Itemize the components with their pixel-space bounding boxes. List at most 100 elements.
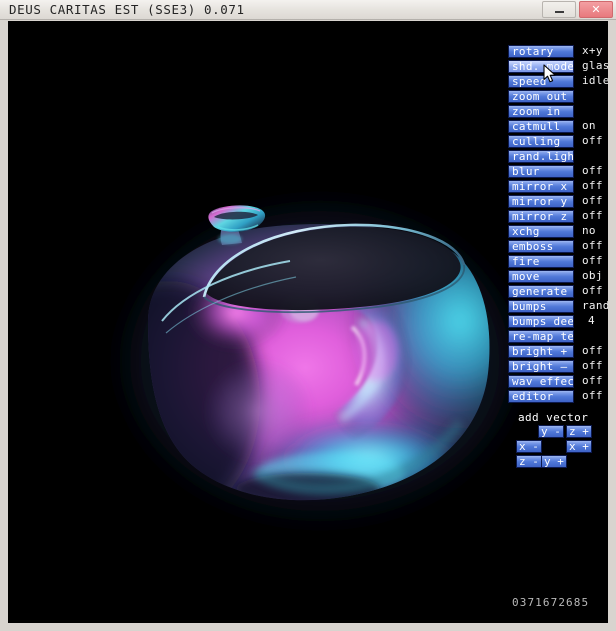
control-panel: add vector rotary x+y shd. model glas speed i… bbox=[508, 21, 608, 623]
control-button-label: fire bbox=[512, 255, 540, 268]
control-value: glas bbox=[582, 59, 608, 72]
control-button-rand-light[interactable]: rand.light bbox=[508, 150, 574, 163]
control-row: shd. model glas bbox=[508, 59, 608, 75]
control-button-catmull[interactable]: catmull bbox=[508, 120, 574, 133]
control-value: 4 bbox=[588, 314, 595, 327]
vector-button-label: y + bbox=[544, 455, 564, 468]
control-button-blur[interactable]: blur bbox=[508, 165, 574, 178]
control-value: obj bbox=[582, 269, 603, 282]
control-row: mirror z off bbox=[508, 209, 608, 225]
close-button[interactable]: ✕ bbox=[579, 1, 613, 18]
control-button-label: move bbox=[512, 270, 540, 283]
control-row: fire off bbox=[508, 254, 608, 270]
control-button-mirror-x[interactable]: mirror x bbox=[508, 180, 574, 193]
client-area: 0371672685 add vector rotary x+y shd. mode… bbox=[8, 21, 608, 623]
control-button-label: shd. model bbox=[512, 60, 574, 73]
control-button-bumps[interactable]: bumps bbox=[508, 300, 574, 313]
control-button-wav-effect[interactable]: wav effect bbox=[508, 375, 574, 388]
control-button-label: bumps deep bbox=[512, 315, 574, 328]
control-button-zoom-out[interactable]: zoom out bbox=[508, 90, 574, 103]
control-button-label: blur bbox=[512, 165, 540, 178]
control-button-xchg[interactable]: xchg bbox=[508, 225, 574, 238]
control-value: off bbox=[582, 284, 603, 297]
add-vector-title: add vector bbox=[518, 411, 589, 424]
control-button-label: emboss bbox=[512, 240, 554, 253]
control-button-label: speed bbox=[512, 75, 547, 88]
vector-button-zminus[interactable]: z - bbox=[516, 455, 542, 468]
control-value: no bbox=[582, 224, 596, 237]
control-row: re-map tex bbox=[508, 330, 608, 345]
vector-button-zplus[interactable]: z + bbox=[566, 425, 592, 438]
control-row: generate off bbox=[508, 284, 608, 300]
control-button-generate[interactable]: generate bbox=[508, 285, 574, 298]
control-row: rand.light bbox=[508, 150, 608, 165]
control-row: mirror y off bbox=[508, 194, 608, 210]
control-button-rotary[interactable]: rotary bbox=[508, 45, 574, 58]
control-row: rotary x+y bbox=[508, 44, 608, 60]
minimize-button[interactable] bbox=[542, 1, 576, 18]
control-row: wav effect off bbox=[508, 374, 608, 390]
control-value: off bbox=[582, 344, 603, 357]
vector-button-yplus[interactable]: y + bbox=[541, 455, 567, 468]
control-button-shd-model[interactable]: shd. model bbox=[508, 60, 574, 73]
control-value: off bbox=[582, 374, 603, 387]
control-button-culling[interactable]: culling bbox=[508, 135, 574, 148]
title-bar[interactable]: DEUS CARITAS EST (SSE3) 0.071 ✕ bbox=[0, 0, 616, 20]
control-button-editor[interactable]: editor bbox=[508, 390, 574, 403]
control-button-move[interactable]: move bbox=[508, 270, 574, 283]
control-row: mirror x off bbox=[508, 179, 608, 195]
vector-button-yminus[interactable]: y - bbox=[538, 425, 564, 438]
control-button-zoom-in[interactable]: zoom in bbox=[508, 105, 574, 118]
control-button-label: mirror y bbox=[512, 195, 568, 208]
control-row: speed idle bbox=[508, 74, 608, 90]
control-value: off bbox=[582, 239, 603, 252]
control-row: culling off bbox=[508, 134, 608, 150]
control-row: catmull on bbox=[508, 119, 608, 135]
control-value: off bbox=[582, 134, 603, 147]
control-row: bright + off bbox=[508, 344, 608, 360]
control-value: off bbox=[582, 179, 603, 192]
control-button-label: xchg bbox=[512, 225, 540, 238]
control-button-re-map-tex[interactable]: re-map tex bbox=[508, 330, 574, 343]
vector-button-label: y - bbox=[541, 425, 561, 438]
control-value: off bbox=[582, 254, 603, 267]
control-value: on bbox=[582, 119, 596, 132]
control-value: idle bbox=[582, 74, 608, 87]
vector-button-xplus[interactable]: x + bbox=[566, 440, 592, 453]
control-value: off bbox=[582, 359, 603, 372]
control-row: blur off bbox=[508, 164, 608, 180]
control-button-label: rotary bbox=[512, 45, 554, 58]
control-button-speed[interactable]: speed bbox=[508, 75, 574, 88]
control-button-bright[interactable]: bright + bbox=[508, 345, 574, 358]
control-button-label: catmull bbox=[512, 120, 561, 133]
vector-button-label: x + bbox=[569, 440, 589, 453]
control-button-label: wav effect bbox=[512, 375, 574, 388]
control-value: off bbox=[582, 209, 603, 222]
control-button-bright[interactable]: bright – bbox=[508, 360, 574, 373]
control-button-emboss[interactable]: emboss bbox=[508, 240, 574, 253]
control-button-label: mirror x bbox=[512, 180, 568, 193]
control-button-bumps-deep[interactable]: bumps deep bbox=[508, 315, 574, 328]
minimize-icon bbox=[554, 11, 564, 13]
control-row: editor off bbox=[508, 389, 608, 405]
control-value: off bbox=[582, 164, 603, 177]
control-button-label: zoom out bbox=[512, 90, 568, 103]
control-row: move obj bbox=[508, 269, 608, 285]
control-button-fire[interactable]: fire bbox=[508, 255, 574, 268]
window-title: DEUS CARITAS EST (SSE3) 0.071 bbox=[9, 2, 245, 17]
control-button-label: editor bbox=[512, 390, 554, 403]
vector-button-label: z + bbox=[569, 425, 589, 438]
control-button-label: generate bbox=[512, 285, 568, 298]
control-value: rand bbox=[582, 299, 608, 312]
control-button-label: rand.light bbox=[512, 150, 574, 163]
control-button-mirror-y[interactable]: mirror y bbox=[508, 195, 574, 208]
control-button-mirror-z[interactable]: mirror z bbox=[508, 210, 574, 223]
control-row: bright – off bbox=[508, 359, 608, 375]
control-row: xchg no bbox=[508, 224, 608, 240]
close-icon: ✕ bbox=[591, 3, 601, 16]
control-button-label: bright – bbox=[512, 360, 568, 373]
vector-button-xminus[interactable]: x - bbox=[516, 440, 542, 453]
control-value: off bbox=[582, 389, 603, 402]
control-button-label: re-map tex bbox=[512, 330, 574, 343]
control-row: emboss off bbox=[508, 239, 608, 255]
